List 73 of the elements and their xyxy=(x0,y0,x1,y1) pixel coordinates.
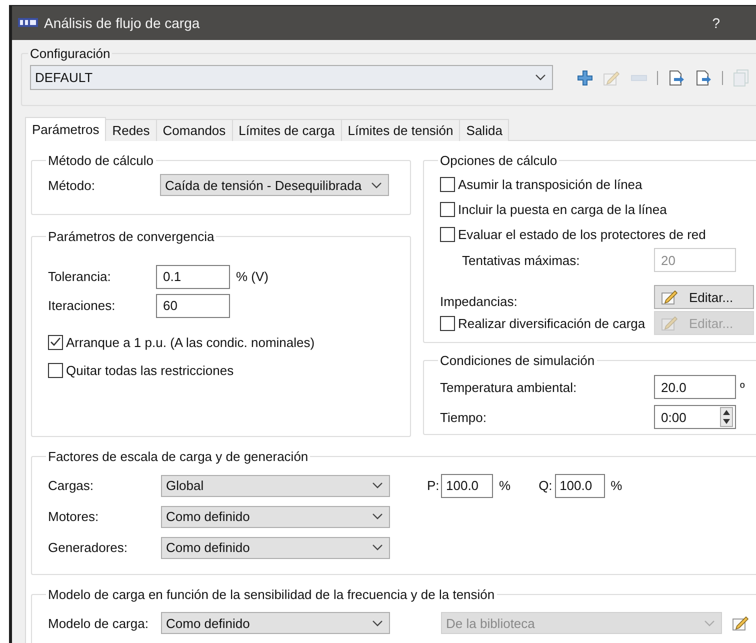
chevron-down-icon xyxy=(704,620,715,626)
input-field: 20 xyxy=(654,248,736,272)
method-dropdown[interactable]: Caída de tensión - Desequilibrada xyxy=(160,174,389,196)
checkbox[interactable] xyxy=(440,177,455,192)
chevron-down-icon xyxy=(372,482,383,489)
time-spinner[interactable]: 0:00 xyxy=(654,405,736,429)
input-field[interactable]: 60 xyxy=(156,294,230,318)
group-title: Método de cálculo xyxy=(47,153,155,168)
unit-label: % xyxy=(499,478,511,493)
checkbox-label: Realizar diversificación de carga xyxy=(458,316,646,330)
chevron-down-icon xyxy=(372,513,383,520)
checkbox-label: Evaluar el estado de los protectores de red xyxy=(458,227,706,242)
field-label: Q: xyxy=(538,478,554,493)
unit-label: % (V) xyxy=(236,269,268,284)
group-title: Parámetros de convergencia xyxy=(47,229,216,244)
dropdown[interactable]: Como definido xyxy=(161,506,390,528)
field-label: Tiempo: xyxy=(440,410,488,424)
group-title: Condiciones de simulación xyxy=(439,353,596,368)
tab[interactable]: Límites de carga xyxy=(232,119,342,141)
input-field[interactable]: 100.0 xyxy=(554,474,605,498)
checkbox[interactable] xyxy=(48,334,63,350)
dropdown[interactable]: Como definido xyxy=(161,536,390,558)
field-label: Iteraciones: xyxy=(48,298,116,313)
checkbox[interactable] xyxy=(440,227,455,242)
configuration-dropdown[interactable]: DEFAULT xyxy=(30,65,553,90)
input-field[interactable]: 0.1 xyxy=(156,264,230,288)
plus-icon[interactable] xyxy=(577,70,593,86)
field-label: P: xyxy=(427,478,440,493)
unit-label: º xyxy=(740,380,745,394)
pencil-icon xyxy=(661,289,679,305)
checkbox-label: Asumir la transposición de línea xyxy=(458,177,642,192)
pencil-icon xyxy=(661,315,679,331)
dropdown[interactable]: Global xyxy=(161,474,390,496)
window-title: Análisis de flujo de carga xyxy=(44,15,201,31)
chevron-down-icon xyxy=(371,182,382,188)
group-title: Factores de escala de carga y de generación xyxy=(47,449,310,464)
tab[interactable]: Salida xyxy=(459,119,510,141)
library-dropdown: De la biblioteca xyxy=(441,612,722,634)
field-label: Motores: xyxy=(48,509,100,524)
checkbox-label: Arranque a 1 p.u. (A las condic. nominales) xyxy=(66,334,315,350)
tab[interactable]: Comandos xyxy=(156,119,233,141)
unit-label: % xyxy=(610,478,622,493)
checkbox-label: Quitar todas las restricciones xyxy=(66,362,234,378)
chevron-down-icon xyxy=(535,74,546,81)
field-label: Tentativas máximas: xyxy=(462,252,581,268)
checkbox[interactable] xyxy=(440,202,455,217)
tab[interactable]: Redes xyxy=(105,119,157,141)
group-title: Configuración xyxy=(29,46,112,61)
checkbox[interactable] xyxy=(48,362,63,378)
edit-button[interactable]: Editar... xyxy=(654,285,754,309)
field-label: Modelo de carga: xyxy=(48,616,150,630)
field-label: Cargas: xyxy=(48,478,95,493)
tab[interactable]: Parámetros xyxy=(25,117,106,141)
field-label: Tolerancia: xyxy=(48,269,112,284)
spinner-arrows-icon[interactable] xyxy=(720,407,733,427)
tab[interactable]: Límites de tensión xyxy=(340,119,460,141)
input-field[interactable]: 100.0 xyxy=(441,474,493,498)
field-label: Método: xyxy=(48,178,96,192)
load-model-dropdown[interactable]: Como definido xyxy=(161,612,390,634)
pencil-icon xyxy=(732,615,750,631)
app-logo-icon xyxy=(18,17,38,29)
document-arrow-icon[interactable] xyxy=(668,70,685,86)
input-field[interactable]: 20.0 xyxy=(654,375,736,399)
group-title: Opciones de cálculo xyxy=(439,153,558,168)
field-label: Impedancias: xyxy=(440,294,518,309)
document-arrow-icon[interactable] xyxy=(695,70,712,86)
group-title: Modelo de carga en función de la sensibilidad de la frecuencia y de la tensión xyxy=(47,587,496,602)
checkbox-label: Incluir la puesta en carga de la línea xyxy=(458,202,667,217)
field-label: Generadores: xyxy=(48,540,128,555)
field-label: Temperatura ambiental: xyxy=(440,380,578,394)
chevron-down-icon xyxy=(372,620,383,626)
help-button[interactable]: ? xyxy=(712,15,720,31)
chevron-down-icon xyxy=(372,544,383,551)
